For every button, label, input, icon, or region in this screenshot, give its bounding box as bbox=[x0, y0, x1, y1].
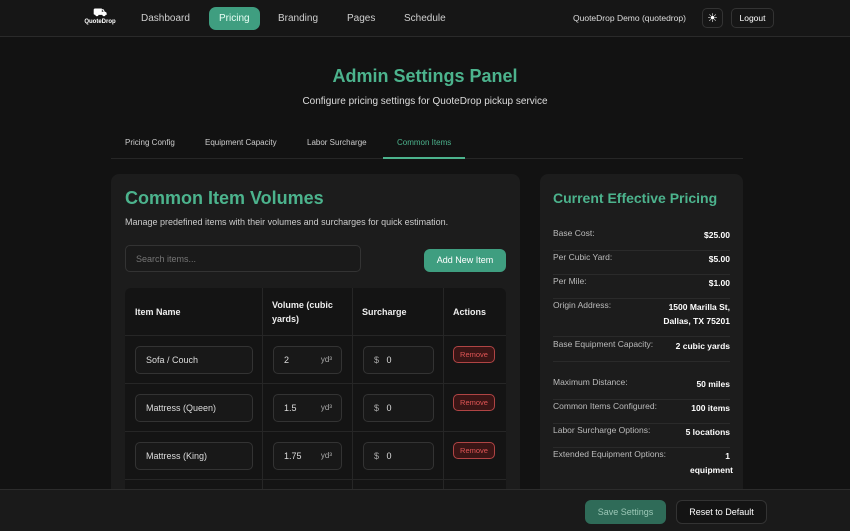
col-actions: Actions bbox=[453, 306, 487, 317]
pricing-label: Common Items Configured: bbox=[553, 401, 657, 411]
pricing-value: 100 items bbox=[691, 403, 730, 413]
theme-toggle-sun-icon[interactable]: ☀ bbox=[702, 8, 723, 28]
volume-input[interactable]: 2 yd³ bbox=[273, 346, 342, 374]
table-row: Sofa / Couch 2 yd³ $ 0 Remove bbox=[125, 335, 506, 383]
pricing-label: Origin Address: bbox=[553, 300, 612, 310]
pricing-row: Extended Equipment Options: 1 equipment bbox=[553, 449, 733, 485]
item-name-input[interactable]: Sofa / Couch bbox=[135, 346, 253, 374]
pricing-label: Labor Surcharge Options: bbox=[553, 425, 651, 435]
col-surcharge: Surcharge bbox=[362, 306, 407, 317]
remove-button[interactable]: Remove bbox=[453, 394, 495, 411]
pricing-label: Per Cubic Yard: bbox=[553, 252, 613, 262]
surcharge-input[interactable]: $ 0 bbox=[363, 394, 434, 422]
pricing-title: Current Effective Pricing bbox=[553, 190, 718, 206]
surcharge-input[interactable]: $ 0 bbox=[363, 442, 434, 470]
tab-pricing-config[interactable]: Pricing Config bbox=[111, 130, 189, 159]
items-table: Item Name Volume (cubic yards) Surcharge… bbox=[125, 288, 506, 504]
page-subtitle: Configure pricing settings for QuoteDrop… bbox=[302, 96, 548, 107]
pricing-row: Origin Address: 1500 Marilla St, Dallas, … bbox=[553, 300, 730, 337]
pricing-value: 50 miles bbox=[696, 379, 730, 389]
pricing-value: $1.00 bbox=[708, 278, 730, 288]
pricing-row: Base Equipment Capacity: 2 cubic yards bbox=[553, 339, 730, 362]
remove-button[interactable]: Remove bbox=[453, 442, 495, 459]
pricing-label: Per Mile: bbox=[553, 276, 587, 286]
pricing-row: Labor Surcharge Options: 5 locations bbox=[553, 425, 730, 448]
pricing-value: 1500 Marilla St, Dallas, TX 75201 bbox=[663, 302, 730, 326]
volume-input[interactable]: 1.75 yd³ bbox=[273, 442, 342, 470]
common-items-card: Common Item Volumes Manage predefined it… bbox=[111, 174, 520, 504]
quotedrop-logo[interactable]: ⛟ QuoteDrop bbox=[82, 7, 118, 31]
pricing-label: Base Cost: bbox=[553, 228, 595, 238]
card-description: Manage predefined items with their volum… bbox=[125, 217, 449, 227]
pricing-row: Per Mile: $1.00 bbox=[553, 276, 730, 299]
item-name-input[interactable]: Mattress (King) bbox=[135, 442, 253, 470]
surcharge-input[interactable]: $ 0 bbox=[363, 346, 434, 374]
pricing-label: Base Equipment Capacity: bbox=[553, 339, 654, 349]
col-volume: Volume (cubic yards) bbox=[272, 299, 333, 324]
pricing-value: 5 locations bbox=[685, 427, 730, 437]
pricing-value: 2 cubic yards bbox=[675, 341, 730, 351]
footer-bar: Save Settings Reset to Default bbox=[0, 489, 850, 531]
remove-button[interactable]: Remove bbox=[453, 346, 495, 363]
pricing-value: 1 equipment bbox=[690, 451, 733, 475]
reset-default-button[interactable]: Reset to Default bbox=[676, 500, 767, 524]
nav-dashboard[interactable]: Dashboard bbox=[131, 7, 200, 30]
nav-branding[interactable]: Branding bbox=[268, 7, 328, 30]
nav-pages[interactable]: Pages bbox=[337, 7, 385, 30]
pricing-row: Common Items Configured: 100 items bbox=[553, 401, 730, 424]
top-nav: ⛟ QuoteDrop Dashboard Pricing Branding Pa… bbox=[0, 0, 850, 37]
volume-input[interactable]: 1.5 yd³ bbox=[273, 394, 342, 422]
nav-schedule[interactable]: Schedule bbox=[394, 7, 456, 30]
nav-pricing[interactable]: Pricing bbox=[209, 7, 260, 30]
truck-icon: ⛟ bbox=[93, 7, 107, 19]
settings-tabs: Pricing Config Equipment Capacity Labor … bbox=[111, 130, 743, 159]
pricing-row: Per Cubic Yard: $5.00 bbox=[553, 252, 730, 275]
user-name: QuoteDrop Demo (quotedrop) bbox=[573, 13, 686, 23]
tab-labor-surcharge[interactable]: Labor Surcharge bbox=[293, 130, 381, 159]
tab-common-items[interactable]: Common Items bbox=[383, 130, 466, 159]
pricing-label: Maximum Distance: bbox=[553, 377, 628, 387]
pricing-row: Maximum Distance: 50 miles bbox=[553, 377, 730, 400]
effective-pricing-card: Current Effective Pricing Base Cost: $25.… bbox=[540, 174, 743, 504]
page-title: Admin Settings Panel bbox=[332, 66, 518, 86]
logout-button[interactable]: Logout bbox=[731, 8, 774, 28]
table-row: Mattress (King) 1.75 yd³ $ 0 Remove bbox=[125, 431, 506, 479]
save-settings-button[interactable]: Save Settings bbox=[585, 500, 666, 524]
pricing-value: $25.00 bbox=[704, 230, 730, 240]
item-name-input[interactable]: Mattress (Queen) bbox=[135, 394, 253, 422]
pricing-label: Extended Equipment Options: bbox=[553, 449, 666, 459]
card-title: Common Item Volumes bbox=[125, 188, 324, 208]
add-new-item-button[interactable]: Add New Item bbox=[424, 249, 506, 272]
search-input[interactable] bbox=[125, 245, 361, 272]
pricing-row: Base Cost: $25.00 bbox=[553, 228, 730, 251]
tab-equipment-capacity[interactable]: Equipment Capacity bbox=[191, 130, 291, 159]
table-row: Mattress (Queen) 1.5 yd³ $ 0 Remove bbox=[125, 383, 506, 431]
pricing-value: $5.00 bbox=[708, 254, 730, 264]
col-item-name: Item Name bbox=[135, 306, 181, 317]
